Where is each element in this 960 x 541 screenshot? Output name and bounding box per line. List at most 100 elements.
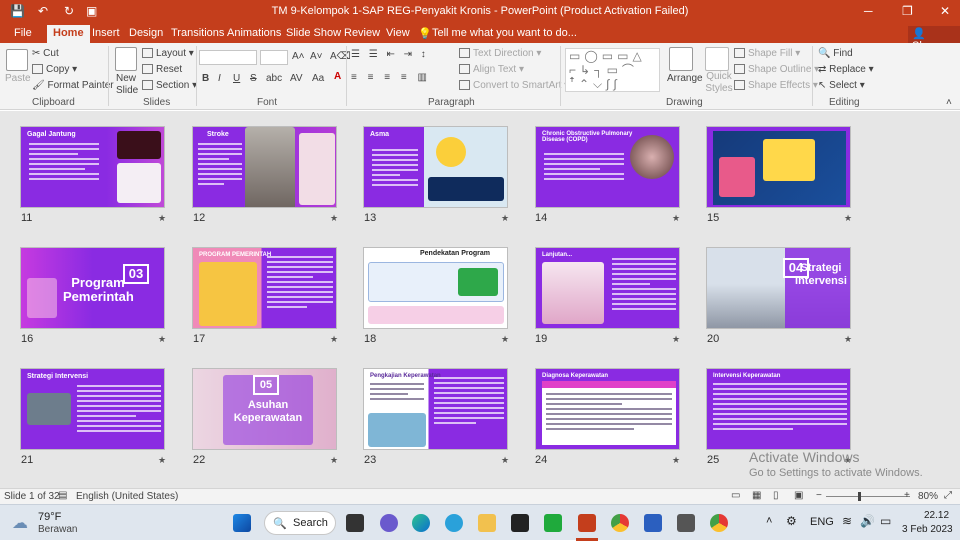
- terminal-icon[interactable]: [511, 514, 529, 532]
- align-text-button[interactable]: Align Text ▾: [459, 64, 524, 75]
- slide-thumbnail-11[interactable]: Gagal Jantung: [20, 126, 165, 208]
- star-icon[interactable]: ★: [672, 455, 680, 466]
- tab-file[interactable]: File: [14, 27, 32, 39]
- tab-animations[interactable]: Animations: [227, 27, 281, 39]
- star-icon[interactable]: ★: [501, 334, 509, 345]
- zoom-slider-thumb[interactable]: [857, 492, 861, 501]
- shadow-button[interactable]: abc: [266, 73, 282, 84]
- font-color-icon[interactable]: A: [334, 71, 341, 82]
- paste-icon[interactable]: [6, 49, 28, 71]
- star-icon[interactable]: ★: [844, 334, 852, 345]
- underline-button[interactable]: U: [233, 73, 240, 84]
- shape-outline-button[interactable]: Shape Outline ▾: [734, 64, 819, 75]
- star-icon[interactable]: ★: [158, 334, 166, 345]
- font-size-box[interactable]: [260, 50, 288, 65]
- task-view-icon[interactable]: [346, 514, 364, 532]
- font-name-box[interactable]: [199, 50, 257, 65]
- restore-button[interactable]: ❐: [902, 4, 913, 18]
- replace-button[interactable]: ⇄ Replace ▾: [818, 64, 874, 75]
- arrange-button[interactable]: Arrange: [667, 73, 703, 84]
- wifi-icon[interactable]: ≋: [842, 514, 852, 528]
- zoom-slider[interactable]: [826, 496, 910, 497]
- tab-slide-show[interactable]: Slide Show: [286, 27, 341, 39]
- tab-transitions[interactable]: Transitions: [171, 27, 224, 39]
- start-icon[interactable]: [233, 514, 251, 532]
- fit-slide-icon[interactable]: ⤢: [944, 490, 952, 501]
- slide-thumbnail-15[interactable]: [706, 126, 851, 208]
- star-icon[interactable]: ★: [158, 455, 166, 466]
- star-icon[interactable]: ★: [501, 213, 509, 224]
- change-case-button[interactable]: Aa: [312, 73, 324, 84]
- spacing-button[interactable]: AV: [290, 73, 303, 84]
- tell-me-box[interactable]: Tell me what you want to do...: [432, 27, 577, 39]
- slide-thumbnail-13[interactable]: Asma: [363, 126, 508, 208]
- zoom-out-icon[interactable]: −: [816, 490, 822, 501]
- smartart-button[interactable]: Convert to SmartArt ▾: [459, 80, 569, 91]
- language-indicator[interactable]: ENG: [810, 516, 834, 528]
- chrome-icon[interactable]: [611, 514, 629, 532]
- slide-thumbnail-22[interactable]: 05 Asuhan Keperawatan: [192, 368, 337, 450]
- word-icon[interactable]: [644, 514, 662, 532]
- shape-effects-button[interactable]: Shape Effects ▾: [734, 80, 818, 91]
- battery-icon[interactable]: ▭: [880, 514, 891, 528]
- camera-icon[interactable]: [677, 514, 695, 532]
- volume-icon[interactable]: 🔊: [860, 514, 875, 528]
- chevron-up-icon[interactable]: ˄: [766, 515, 772, 527]
- file-explorer-icon[interactable]: [478, 514, 496, 532]
- strikethrough-button[interactable]: S: [250, 73, 257, 84]
- format-painter-button[interactable]: 🖌 Format Painter: [32, 80, 114, 91]
- slide-thumbnail-25[interactable]: Intervensi Keperawatan: [706, 368, 851, 450]
- slide-thumbnail-18[interactable]: Pendekatan Program: [363, 247, 508, 329]
- app-icon[interactable]: [544, 514, 562, 532]
- align-icons[interactable]: ≡ ≡ ≡ ≡ ▥: [351, 72, 431, 83]
- star-icon[interactable]: ★: [330, 213, 338, 224]
- clear-format-icon[interactable]: A⌫: [330, 51, 351, 62]
- tab-insert[interactable]: Insert: [92, 27, 120, 39]
- language-status[interactable]: English (United States): [76, 491, 178, 502]
- chat-icon[interactable]: [380, 514, 398, 532]
- slide-thumbnail-20[interactable]: 04 Strategi Intervensi: [706, 247, 851, 329]
- star-icon[interactable]: ★: [330, 455, 338, 466]
- clock-time[interactable]: 22.12: [924, 510, 949, 521]
- cut-button[interactable]: ✂ Cut: [32, 48, 59, 59]
- text-direction-button[interactable]: Text Direction ▾: [459, 48, 541, 59]
- tab-home[interactable]: Home: [47, 25, 90, 43]
- gear-icon[interactable]: ⚙: [786, 514, 797, 528]
- layout-button[interactable]: Layout ▾: [142, 48, 194, 59]
- list-icons[interactable]: ☰ ☰ ⇤ ⇥ ↕: [351, 49, 429, 60]
- close-button[interactable]: ✕: [940, 4, 950, 18]
- reading-view-icon[interactable]: ▯: [773, 490, 779, 501]
- edge-icon[interactable]: [412, 514, 430, 532]
- slide-thumbnail-24[interactable]: Diagnosa Keperawatan: [535, 368, 680, 450]
- slide-thumbnail-19[interactable]: Lanjutan...: [535, 247, 680, 329]
- quick-styles-button[interactable]: Quick Styles: [702, 71, 736, 95]
- star-icon[interactable]: ★: [158, 213, 166, 224]
- search-box[interactable]: 🔍 Search: [264, 511, 336, 535]
- tab-design[interactable]: Design: [129, 27, 163, 39]
- select-button[interactable]: ↖ Select ▾: [818, 80, 865, 91]
- tab-view[interactable]: View: [386, 27, 410, 39]
- reset-button[interactable]: Reset: [142, 64, 182, 75]
- grow-font-icon[interactable]: A˄: [292, 51, 305, 62]
- shapes-gallery[interactable]: ▭◯▭▭△ ⌐↳┐▭⌒ ꜛ⌃⌵∫∫: [565, 48, 660, 92]
- spelling-icon[interactable]: ▤: [58, 490, 67, 501]
- weather-temp[interactable]: 79°F: [38, 511, 61, 523]
- clock-date[interactable]: 3 Feb 2023: [902, 524, 953, 535]
- chrome-profile-icon[interactable]: [710, 514, 728, 532]
- slide-thumbnail-14[interactable]: Chronic Obstructive Pulmonary Disease (C…: [535, 126, 680, 208]
- normal-view-icon[interactable]: ▭: [731, 490, 740, 501]
- shrink-font-icon[interactable]: A˅: [310, 51, 323, 62]
- slide-sorter-view-icon[interactable]: ▦: [752, 490, 761, 501]
- slide-thumbnail-12[interactable]: Stroke: [192, 126, 337, 208]
- zoom-in-icon[interactable]: +: [904, 490, 910, 501]
- new-slide-icon[interactable]: [115, 47, 137, 71]
- slide-thumbnail-17[interactable]: PROGRAM PEMERINTAH: [192, 247, 337, 329]
- bold-button[interactable]: B: [202, 73, 209, 84]
- copy-button[interactable]: Copy ▾: [32, 64, 77, 75]
- star-icon[interactable]: ★: [501, 455, 509, 466]
- italic-button[interactable]: I: [218, 73, 221, 84]
- star-icon[interactable]: ★: [844, 213, 852, 224]
- zoom-level[interactable]: 80%: [918, 491, 938, 502]
- slideshow-view-icon[interactable]: ▣: [794, 490, 803, 501]
- powerpoint-icon[interactable]: [578, 514, 596, 532]
